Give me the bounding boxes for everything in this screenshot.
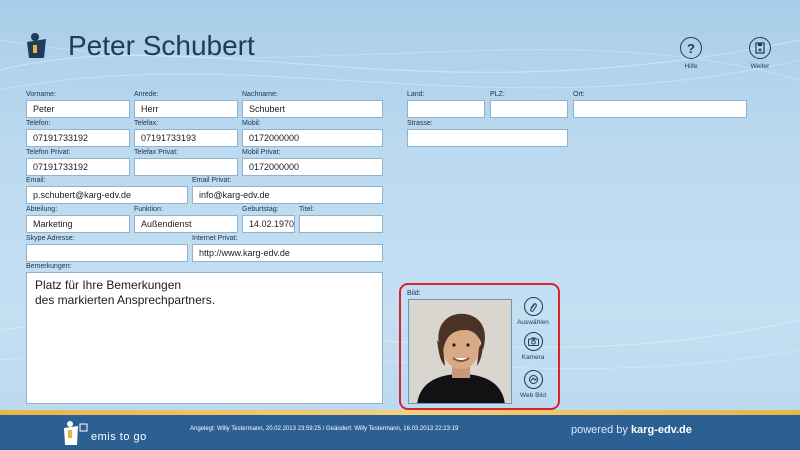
select-picture-label: Auswählen [517, 319, 549, 326]
help-button[interactable]: ? Hilfe [671, 37, 711, 70]
notes-textarea[interactable]: Platz für Ihre Bemerkungen des markierte… [26, 272, 383, 404]
telefax-field[interactable]: 07191733193 [134, 129, 238, 147]
land-field[interactable] [407, 100, 485, 118]
abteilung-label: Abteilung: [26, 206, 58, 213]
nachname-label: Nachname: [242, 91, 278, 98]
contact-photo[interactable] [408, 299, 512, 404]
internet-privat-field[interactable]: http://www.karg-edv.de [192, 244, 383, 262]
abteilung-field[interactable]: Marketing [26, 215, 130, 233]
powered-by-text: powered by karg-edv.de [571, 424, 692, 436]
select-picture-button[interactable]: Auswählen [513, 297, 553, 326]
camera-button[interactable]: Kamera [513, 332, 553, 361]
telefax-privat-label: Telefax Privat: [134, 149, 178, 156]
telefon-label: Telefon: [26, 120, 51, 127]
camera-label: Kamera [521, 354, 545, 361]
paperclip-icon [523, 297, 543, 316]
mobil-privat-field[interactable]: 0172000000 [242, 158, 383, 176]
footer-status-text: Angelegt: Willy Testermann, 20.02.2013 2… [190, 426, 459, 432]
powered-by-brand: karg-edv.de [630, 424, 692, 436]
web-picture-label: Web Bild [520, 392, 546, 399]
funktion-field[interactable]: Außendienst [134, 215, 238, 233]
geburtstag-label: Geburtstag: [242, 206, 279, 213]
ort-label: Ort: [573, 91, 585, 98]
footer-stripe [0, 410, 800, 415]
person-photo-icon [409, 300, 511, 403]
page-title: Peter Schubert [68, 30, 255, 61]
camera-icon [523, 332, 543, 351]
mobil-label: Mobil: [242, 120, 261, 127]
strasse-field[interactable] [407, 129, 568, 147]
footer-brand: emis to go [91, 431, 147, 443]
email-privat-label: Email Privat: [192, 177, 232, 184]
ort-field[interactable] [573, 100, 747, 118]
email-field[interactable]: p.schubert@karg-edv.de [26, 186, 188, 204]
mobil-field[interactable]: 0172000000 [242, 129, 383, 147]
telefon-privat-field[interactable]: 07191733192 [26, 158, 130, 176]
anrede-label: Anrede: [134, 91, 159, 98]
notes-line-1: Platz für Ihre Bemerkungen [35, 278, 182, 292]
help-button-label: Hilfe [684, 63, 698, 70]
strasse-label: Strasse: [407, 120, 433, 127]
next-button-label: Weiter [750, 63, 770, 70]
titel-field[interactable] [299, 215, 383, 233]
help-icon: ? [680, 37, 702, 59]
anrede-field[interactable]: Herr [134, 100, 238, 118]
vorname-field[interactable]: Peter [26, 100, 130, 118]
web-picture-button[interactable]: Web Bild [513, 370, 553, 399]
app-logo-icon [27, 33, 46, 58]
powered-by-prefix: powered by [571, 424, 631, 436]
telefon-field[interactable]: 07191733192 [26, 129, 130, 147]
picture-label: Bild: [407, 290, 421, 297]
geburtstag-field[interactable]: 14.02.1970 [242, 215, 295, 233]
nachname-field[interactable]: Schubert [242, 100, 383, 118]
email-label: Email: [26, 177, 46, 184]
web-image-icon [523, 370, 543, 389]
telefon-privat-label: Telefon Privat: [26, 149, 71, 156]
telefax-privat-field[interactable] [134, 158, 238, 176]
notes-label: Bemerkungen: [26, 263, 72, 270]
save-next-icon [749, 37, 771, 59]
plz-label: PLZ: [490, 91, 505, 98]
vorname-label: Vorname: [26, 91, 56, 98]
land-label: Land: [407, 91, 425, 98]
telefax-label: Telefax: [134, 120, 159, 127]
titel-label: Titel: [299, 206, 314, 213]
plz-field[interactable] [490, 100, 568, 118]
emis-logo-icon [64, 421, 88, 445]
mobil-privat-label: Mobil Privat: [242, 149, 281, 156]
funktion-label: Funktion: [134, 206, 163, 213]
skype-label: Skype Adresse: [26, 235, 75, 242]
internet-privat-label: Internet Privat: [192, 235, 238, 242]
email-privat-field[interactable]: info@karg-edv.de [192, 186, 383, 204]
skype-field[interactable] [26, 244, 188, 262]
notes-line-2: des markierten Ansprechpartners. [35, 293, 216, 307]
next-button[interactable]: Weiter [740, 37, 780, 70]
